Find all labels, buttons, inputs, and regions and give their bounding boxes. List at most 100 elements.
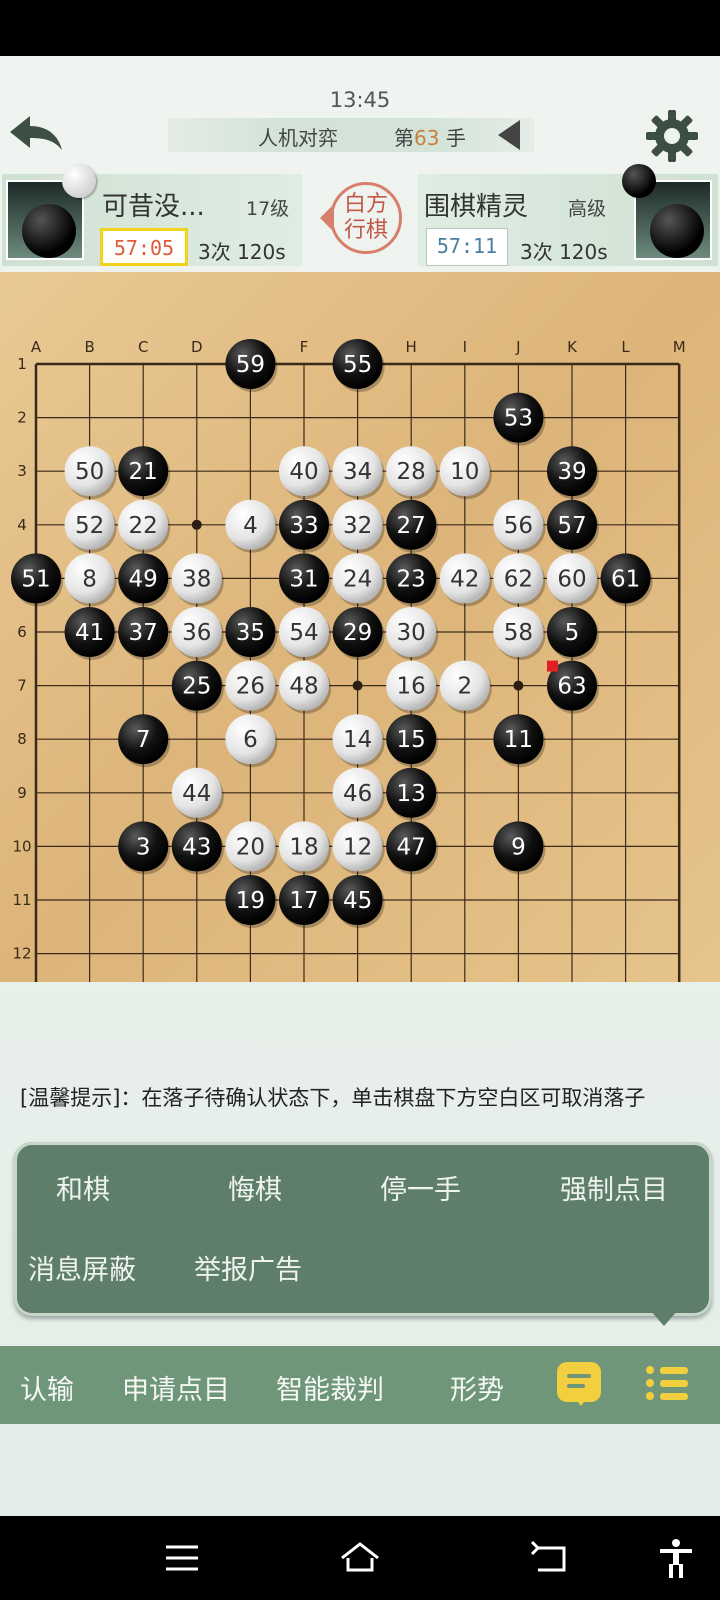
force-count-button[interactable]: 强制点目: [560, 1168, 668, 1207]
stone-number: 6: [243, 727, 258, 753]
stone-number: 39: [557, 459, 586, 485]
column-label: K: [567, 338, 578, 356]
stone-number: 9: [511, 834, 526, 860]
row-label: 11: [12, 891, 31, 909]
menu-list-icon[interactable]: [646, 1364, 690, 1402]
back-icon[interactable]: [528, 1536, 572, 1580]
back-arrow-icon[interactable]: [6, 110, 66, 154]
pass-button[interactable]: 停一手: [380, 1168, 461, 1207]
ai-judge-button[interactable]: 智能裁判: [276, 1368, 384, 1407]
stone-number: 26: [236, 674, 265, 700]
row-label: 8: [17, 730, 27, 748]
row-label: 12: [12, 945, 31, 963]
row-label: 6: [17, 623, 27, 641]
situation-button[interactable]: 形势: [450, 1368, 504, 1407]
player-panel-left: 可昔没... 17级 57:05 3次 120s: [2, 174, 302, 266]
stone-number: 61: [611, 566, 640, 592]
go-board[interactable]: ABCDFHIJKLM12345678910111213595553502140…: [0, 272, 720, 982]
stone-number: 54: [289, 620, 318, 646]
player-clock: 57:11: [426, 228, 508, 266]
star-point: [352, 680, 363, 691]
stone-number: 56: [504, 513, 533, 539]
stone-number: 60: [557, 566, 586, 592]
accessibility-icon[interactable]: [654, 1536, 698, 1580]
stone-number: 10: [450, 459, 479, 485]
stone-number: 20: [236, 834, 265, 860]
block-messages-button[interactable]: 消息屏蔽: [28, 1248, 136, 1287]
last-move-marker: [547, 660, 558, 672]
turn-seal-text: 白方行棋: [343, 192, 388, 243]
stone-number: 49: [129, 566, 158, 592]
chat-icon[interactable]: [557, 1362, 601, 1406]
stone-number: 32: [343, 513, 372, 539]
column-label: D: [191, 338, 203, 356]
column-label: B: [84, 338, 94, 356]
stone-number: 18: [289, 834, 318, 860]
row-label: 4: [17, 516, 27, 534]
column-label: H: [406, 338, 417, 356]
home-icon[interactable]: [338, 1536, 382, 1580]
stone-number: 19: [236, 888, 265, 914]
row-label: 3: [17, 462, 27, 480]
stone-number: 7: [136, 727, 151, 753]
request-count-button[interactable]: 申请点目: [122, 1368, 230, 1407]
stone-number: 30: [397, 620, 426, 646]
row-label: 1: [17, 355, 27, 373]
stone-number: 33: [289, 513, 318, 539]
game-info-banner: 人机对弈 第63 手: [168, 118, 534, 152]
stone-number: 37: [129, 620, 158, 646]
gear-icon[interactable]: [644, 108, 700, 164]
stone-number: 29: [343, 620, 372, 646]
stone-number: 27: [397, 513, 426, 539]
stone-number: 34: [343, 459, 372, 485]
column-label: I: [463, 338, 467, 356]
stone-number: 14: [343, 727, 372, 753]
player-level: 17级: [246, 198, 290, 220]
stone-number: 42: [450, 566, 479, 592]
tip-text: [温馨提示]：在落子待确认状态下，单击棋盘下方空白区可取消落子: [20, 1086, 646, 1110]
stone-number: 16: [397, 674, 426, 700]
player-level: 高级: [568, 198, 607, 220]
undo-button[interactable]: 悔棋: [228, 1168, 282, 1207]
menu-icon[interactable]: [160, 1536, 204, 1580]
star-point: [513, 680, 524, 691]
stone-number: 21: [129, 459, 158, 485]
report-ad-button[interactable]: 举报广告: [194, 1248, 302, 1287]
stone-number: 57: [557, 513, 586, 539]
game-mode-label: 人机对弈: [258, 126, 338, 150]
stone-number: 17: [289, 888, 318, 914]
player-clock: 57:05: [100, 228, 188, 266]
stone-number: 28: [397, 459, 426, 485]
stone-number: 48: [289, 674, 318, 700]
panel-pointer: [650, 1310, 678, 1326]
row-label: 2: [17, 409, 27, 427]
row-label: 7: [17, 677, 27, 695]
status-bar: [0, 0, 720, 56]
byoyomi-info: 3次 120s: [198, 240, 286, 264]
stone-number: 5: [565, 620, 580, 646]
stone-number: 11: [504, 727, 533, 753]
resign-button[interactable]: 认输: [20, 1368, 74, 1407]
stone-number: 25: [182, 674, 211, 700]
stone-number: 62: [504, 566, 533, 592]
stone-number: 47: [397, 834, 426, 860]
byoyomi-info: 3次 120s: [520, 240, 608, 264]
column-label: A: [31, 338, 42, 356]
turn-seal: 白方行棋: [320, 182, 404, 266]
stone-number: 59: [236, 352, 265, 378]
stone-number: 15: [397, 727, 426, 753]
column-label: J: [515, 338, 520, 356]
stone-number: 46: [343, 781, 372, 807]
draw-button[interactable]: 和棋: [56, 1168, 110, 1207]
previous-move-icon[interactable]: [498, 120, 520, 150]
stone-number: 53: [504, 406, 533, 432]
clock-time: 13:45: [329, 88, 391, 112]
board-grid[interactable]: ABCDFHIJKLM12345678910111213595553502140…: [0, 272, 720, 982]
player-name: 可昔没...: [102, 192, 205, 222]
stone-number: 40: [289, 459, 318, 485]
stone-number: 36: [182, 620, 211, 646]
action-panel: 和棋 悔棋 停一手 强制点目 消息屏蔽 举报广告: [14, 1142, 712, 1316]
stone-number: 13: [397, 781, 426, 807]
system-nav-bar: [0, 1516, 720, 1600]
stone-number: 31: [289, 566, 318, 592]
